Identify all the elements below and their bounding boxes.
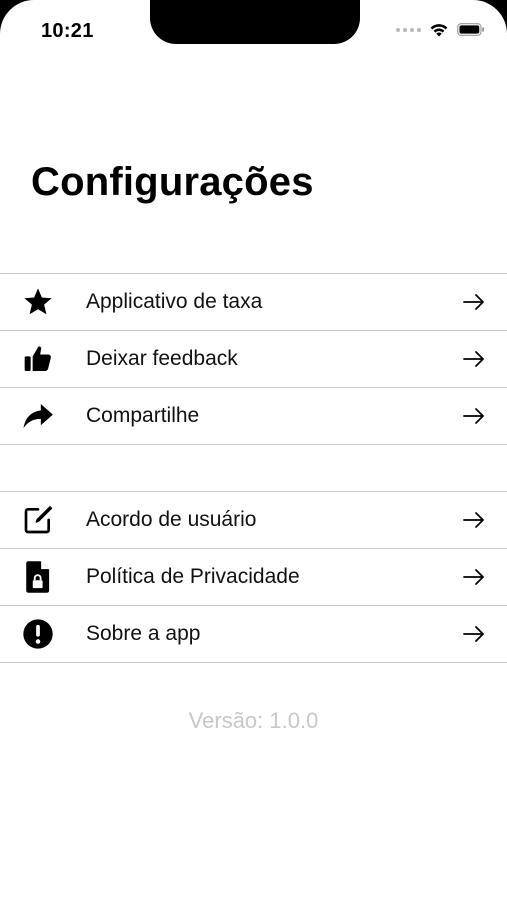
arrow-right-icon (461, 624, 487, 644)
settings-group-legal: Acordo de usuário Política de Privacidad… (0, 491, 507, 663)
arrow-right-icon (461, 510, 487, 530)
page-title: Configurações (31, 160, 314, 204)
settings-group-general: Applicativo de taxa Deixar feedback Comp… (0, 273, 507, 445)
privacy-policy-row[interactable]: Política de Privacidade (0, 549, 507, 606)
wifi-icon (430, 24, 448, 37)
star-icon (20, 284, 56, 320)
device-notch (150, 0, 360, 44)
about-app-label: Sobre a app (86, 622, 201, 645)
info-exclamation-icon (20, 616, 56, 652)
feedback-row[interactable]: Deixar feedback (0, 331, 507, 388)
status-icons (396, 22, 485, 37)
arrow-right-icon (461, 567, 487, 587)
user-agreement-label: Acordo de usuário (86, 508, 257, 531)
battery-icon (457, 23, 484, 36)
arrow-right-icon (461, 349, 487, 369)
share-label: Compartilhe (86, 404, 200, 427)
user-agreement-row[interactable]: Acordo de usuário (0, 492, 507, 549)
signal-dots-icon (396, 27, 421, 32)
version-label: Versão: 1.0.0 (188, 708, 319, 733)
rate-app-label: Applicativo de taxa (86, 290, 263, 313)
feedback-label: Deixar feedback (86, 347, 238, 370)
arrow-right-icon (461, 292, 487, 312)
settings-screen: 10:21 Configurações Applicativo de taxa … (0, 0, 507, 900)
thumbs-up-icon (20, 341, 56, 377)
locked-document-icon (20, 559, 56, 595)
status-bar: 10:21 (0, 0, 507, 60)
rate-app-row[interactable]: Applicativo de taxa (0, 274, 507, 331)
about-app-row[interactable]: Sobre a app (0, 606, 507, 663)
share-arrow-icon (20, 398, 56, 434)
arrow-right-icon (461, 406, 487, 426)
edit-icon (20, 502, 56, 538)
privacy-policy-label: Política de Privacidade (86, 565, 300, 588)
share-row[interactable]: Compartilhe (0, 388, 507, 445)
status-time: 10:21 (41, 20, 94, 42)
